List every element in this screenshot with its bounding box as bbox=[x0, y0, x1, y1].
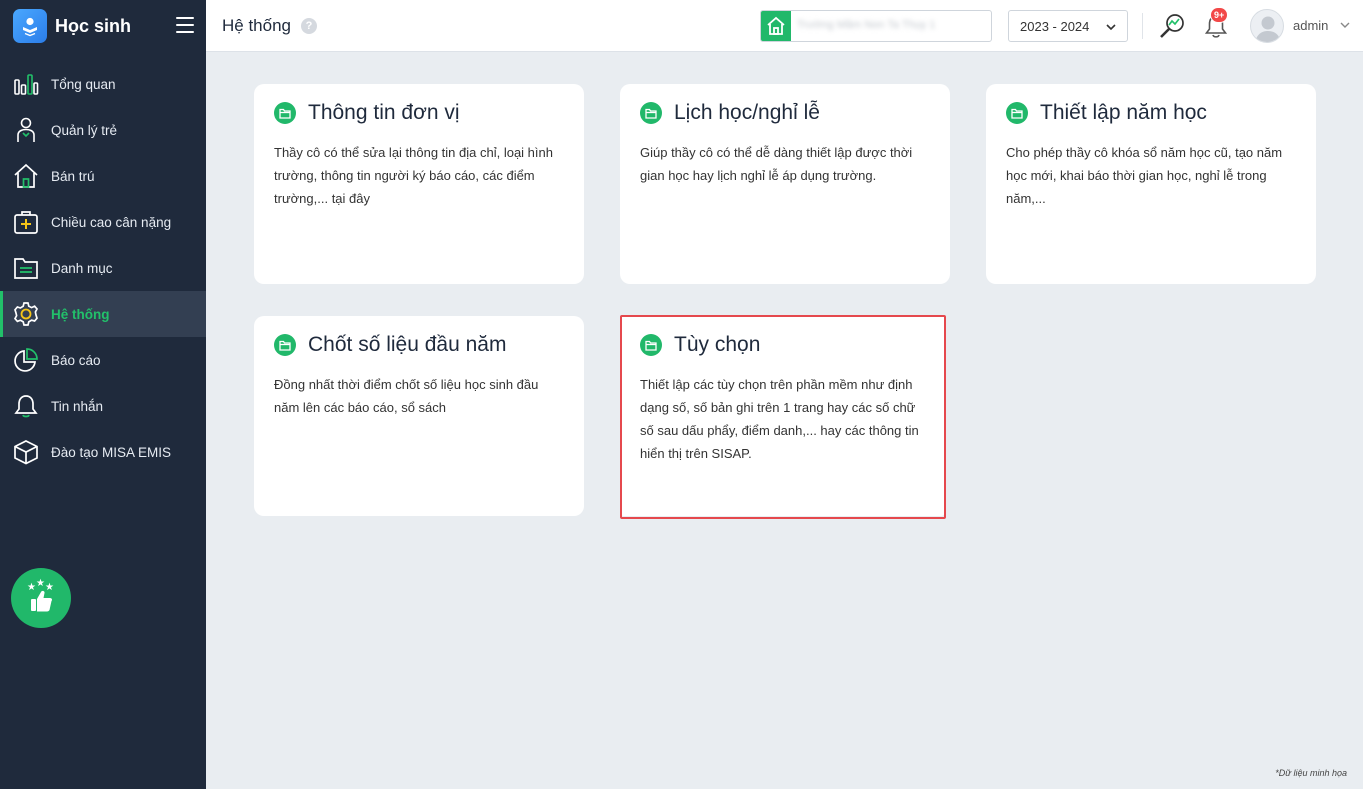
chevron-down-icon bbox=[1106, 24, 1116, 31]
avatar[interactable] bbox=[1250, 9, 1284, 43]
school-selector[interactable]: Trường Mầm Non Ta Thụy 1 bbox=[760, 10, 992, 42]
card-tuy-chon[interactable]: Tùy chọn Thiết lập các tùy chọn trên phầ… bbox=[620, 316, 945, 516]
sidebar-item-dao-tao[interactable]: Đào tạo MISA EMIS bbox=[0, 429, 206, 475]
folder-list-icon bbox=[12, 254, 40, 282]
chevron-down-icon[interactable] bbox=[1339, 19, 1351, 31]
folder-icon bbox=[274, 334, 296, 356]
folder-icon bbox=[640, 102, 662, 124]
card-description: Đồng nhất thời điểm chốt số liệu học sin… bbox=[274, 377, 539, 415]
sidebar-item-tin-nhan[interactable]: Tin nhắn bbox=[0, 383, 206, 429]
sidebar-item-label: Quản lý trẻ bbox=[51, 122, 118, 138]
sidebar-nav: Tổng quan Quản lý trẻ Bán trú Chiều cao … bbox=[0, 61, 206, 475]
user-avatar-icon bbox=[1255, 16, 1281, 42]
sidebar-item-he-thong[interactable]: Hệ thống bbox=[0, 291, 206, 337]
menu-toggle-button[interactable] bbox=[176, 15, 194, 35]
card-description: Thầy cô có thể sửa lại thông tin địa chỉ… bbox=[274, 145, 553, 206]
search-analytics-icon[interactable] bbox=[1158, 12, 1186, 40]
sidebar-item-bao-cao[interactable]: Báo cáo bbox=[0, 337, 206, 383]
divider bbox=[1142, 13, 1143, 39]
card-chot-so-lieu-dau-nam[interactable]: Chốt số liệu đầu năm Đồng nhất thời điểm… bbox=[254, 316, 584, 516]
app-title: Học sinh bbox=[55, 15, 132, 36]
user-name[interactable]: admin bbox=[1293, 18, 1328, 33]
svg-text:★: ★ bbox=[36, 578, 45, 589]
child-icon bbox=[12, 116, 40, 144]
sidebar-item-label: Bán trú bbox=[51, 168, 95, 184]
sidebar-item-danh-muc[interactable]: Danh mục bbox=[0, 245, 206, 291]
svg-text:★: ★ bbox=[45, 582, 54, 593]
thumbs-up-stars-icon: ★ ★ ★ bbox=[27, 578, 54, 612]
card-lich-hoc-nghi-le[interactable]: Lịch học/nghỉ lễ Giúp thầy cô có thể dễ … bbox=[620, 84, 950, 284]
card-description: Giúp thầy cô có thể dễ dàng thiết lập đư… bbox=[640, 145, 913, 183]
notification-badge: 9+ bbox=[1210, 7, 1229, 23]
card-description: Thiết lập các tùy chọn trên phần mềm như… bbox=[640, 377, 919, 461]
card-thong-tin-don-vi[interactable]: Thông tin đơn vị Thầy cô có thể sửa lại … bbox=[254, 84, 584, 284]
svg-text:★: ★ bbox=[27, 582, 36, 593]
sidebar-item-label: Hệ thống bbox=[51, 306, 110, 322]
bell-icon bbox=[12, 392, 40, 420]
page-title: Hệ thống bbox=[222, 16, 291, 35]
feedback-button[interactable]: ★ ★ ★ bbox=[11, 568, 71, 628]
sidebar-item-label: Chiều cao cân nặng bbox=[51, 214, 172, 230]
sidebar-item-quan-ly-tre[interactable]: Quản lý trẻ bbox=[0, 107, 206, 153]
sidebar: Học sinh Tổng quan Quản lý trẻ Bán trú C… bbox=[0, 0, 206, 789]
school-year-select[interactable]: 2023 - 2024 bbox=[1008, 10, 1128, 42]
gear-icon bbox=[12, 300, 40, 328]
sidebar-item-label: Tin nhắn bbox=[51, 398, 104, 414]
folder-icon bbox=[1006, 102, 1028, 124]
sidebar-item-chieu-cao-can-nang[interactable]: Chiều cao cân nặng bbox=[0, 199, 206, 245]
sidebar-item-label: Báo cáo bbox=[51, 352, 101, 368]
card-title: Thiết lập năm học bbox=[1040, 101, 1207, 124]
help-icon[interactable]: ? bbox=[301, 18, 317, 34]
cube-icon bbox=[12, 438, 40, 466]
folder-icon bbox=[640, 334, 662, 356]
card-title: Thông tin đơn vị bbox=[308, 101, 460, 124]
folder-icon bbox=[274, 102, 296, 124]
sidebar-item-label: Đào tạo MISA EMIS bbox=[51, 444, 172, 460]
topbar: Hệ thống ? Trường Mầm Non Ta Thụy 1 2023… bbox=[206, 0, 1363, 52]
house-icon bbox=[12, 162, 40, 190]
sidebar-item-label: Tổng quan bbox=[51, 76, 116, 92]
school-name: Trường Mầm Non Ta Thụy 1 bbox=[797, 19, 936, 31]
sidebar-item-tong-quan[interactable]: Tổng quan bbox=[0, 61, 206, 107]
sidebar-item-label: Danh mục bbox=[51, 260, 113, 276]
card-description: Cho phép thầy cô khóa sổ năm học cũ, tạo… bbox=[1006, 145, 1283, 206]
footnote: *Dữ liệu minh họa bbox=[1275, 768, 1347, 778]
card-title: Tùy chọn bbox=[674, 333, 761, 356]
sidebar-item-ban-tru[interactable]: Bán trú bbox=[0, 153, 206, 199]
card-title: Chốt số liệu đầu năm bbox=[308, 333, 507, 356]
school-year-value: 2023 - 2024 bbox=[1020, 18, 1090, 34]
pie-chart-icon bbox=[12, 346, 40, 374]
card-title: Lịch học/nghỉ lễ bbox=[674, 101, 820, 124]
school-house-icon bbox=[761, 11, 791, 41]
medical-kit-icon bbox=[12, 208, 40, 236]
app-logo-icon bbox=[13, 9, 47, 43]
card-thiet-lap-nam-hoc[interactable]: Thiết lập năm học Cho phép thầy cô khóa … bbox=[986, 84, 1316, 284]
chart-bars-icon bbox=[12, 70, 40, 98]
